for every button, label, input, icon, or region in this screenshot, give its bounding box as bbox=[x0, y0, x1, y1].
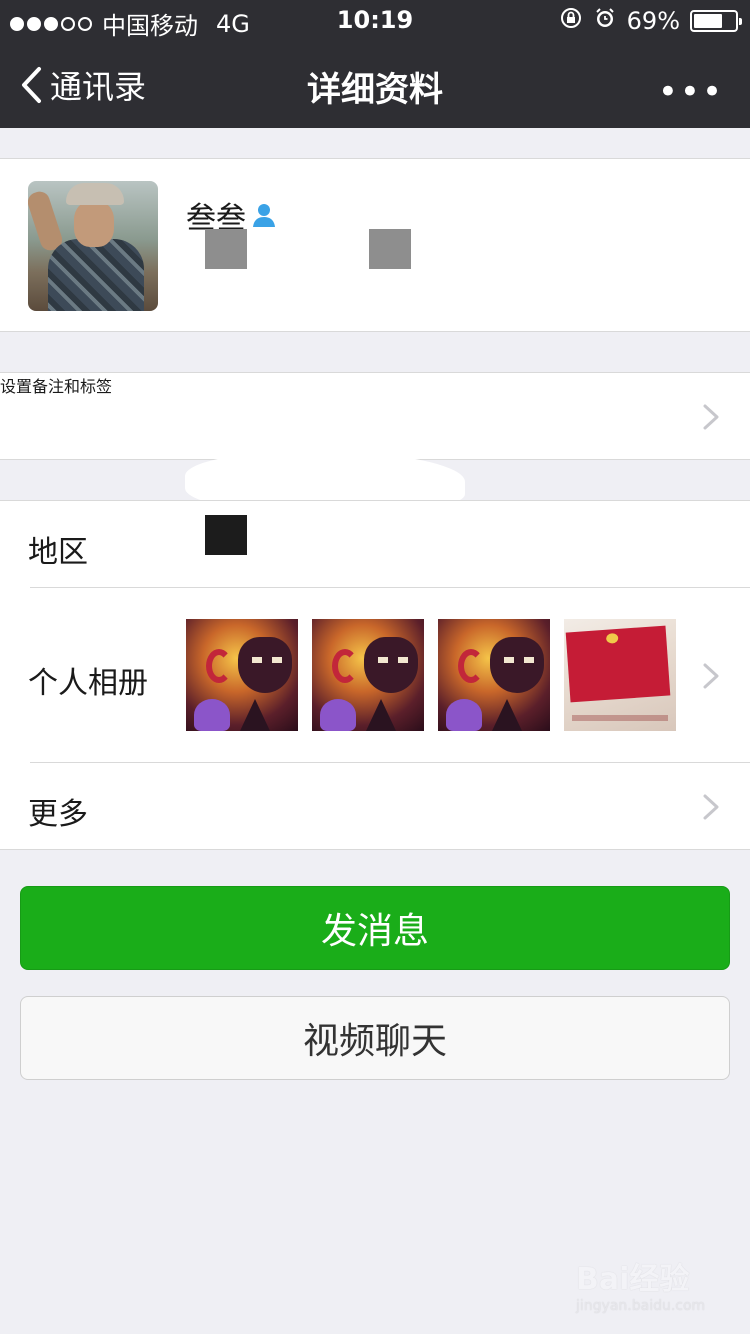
profile-card: 叁叁 bbox=[0, 158, 750, 332]
status-right: 69% bbox=[559, 6, 742, 36]
status-bar: 中国移动 4G 10:19 69% bbox=[0, 0, 750, 40]
more-row[interactable]: 更多 bbox=[0, 763, 750, 849]
redacted-block bbox=[205, 515, 247, 555]
set-remark-row[interactable]: 设置备注和标签 bbox=[0, 372, 750, 460]
redaction-smudge bbox=[190, 305, 370, 321]
region-label: 地区 bbox=[28, 535, 88, 570]
more-options-button[interactable]: ••• bbox=[658, 72, 724, 112]
region-row: 地区 bbox=[0, 501, 750, 587]
chevron-right-icon bbox=[703, 404, 719, 430]
album-thumbnail bbox=[186, 619, 298, 731]
album-label: 个人相册 bbox=[28, 666, 148, 701]
album-thumbnail bbox=[312, 619, 424, 731]
album-thumbnail bbox=[438, 619, 550, 731]
album-row[interactable]: 个人相册 bbox=[0, 588, 750, 762]
video-call-button[interactable]: 视频聊天 bbox=[20, 996, 730, 1080]
watermark: Bai经验 jingyan.baidu.com bbox=[576, 1254, 726, 1314]
redacted-block bbox=[369, 229, 411, 269]
battery-percent: 69% bbox=[626, 7, 680, 35]
chevron-right-icon bbox=[703, 794, 719, 820]
rotation-lock-icon bbox=[559, 6, 583, 36]
alarm-icon bbox=[593, 6, 617, 36]
battery-icon bbox=[690, 10, 742, 32]
avatar[interactable] bbox=[28, 181, 158, 311]
redacted-block bbox=[205, 229, 247, 269]
chevron-right-icon bbox=[703, 663, 719, 689]
more-label: 更多 bbox=[28, 797, 88, 832]
navigation-bar: 通讯录 详细资料 ••• bbox=[0, 40, 750, 128]
album-thumbnails bbox=[186, 619, 676, 731]
remark-label: 设置备注和标签 bbox=[0, 377, 113, 396]
page-title: 详细资料 bbox=[307, 70, 443, 110]
person-icon bbox=[253, 204, 275, 227]
info-group: 地区 个人相册 更多 bbox=[0, 500, 750, 850]
album-thumbnail bbox=[564, 619, 676, 731]
watermark-url: jingyan.baidu.com bbox=[576, 1298, 706, 1314]
send-message-button[interactable]: 发消息 bbox=[20, 886, 730, 970]
watermark-logo: Bai经验 bbox=[576, 1262, 690, 1297]
